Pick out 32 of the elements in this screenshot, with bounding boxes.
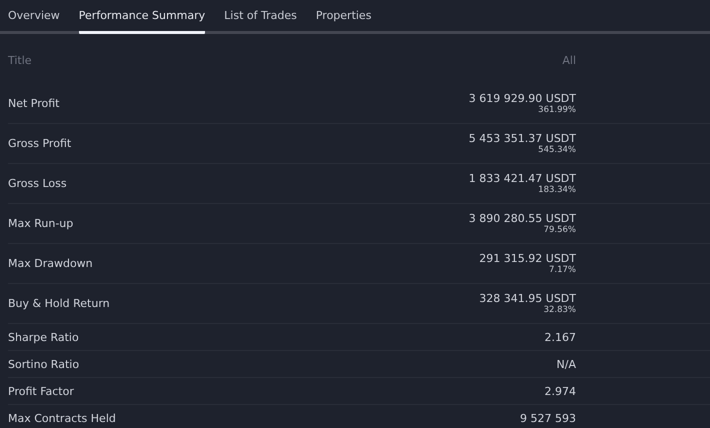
metric-percent: 183.34% xyxy=(538,185,576,195)
metric-name: Profit Factor xyxy=(8,384,74,398)
metric-value: 3 890 280.55 USDT xyxy=(468,212,576,225)
metric-percent: 361.99% xyxy=(538,105,576,115)
column-header: Title xyxy=(8,54,32,66)
tab[interactable]: Overview xyxy=(8,0,60,34)
metric-value: 2.974 xyxy=(544,384,576,398)
metric-value: N/A xyxy=(556,358,576,370)
metric-value: 328 341.95 USDT xyxy=(479,292,576,305)
tab[interactable]: Performance Summary xyxy=(78,0,206,34)
metric-name: Max Run-up xyxy=(8,217,74,230)
metric-name: Gross Loss xyxy=(8,177,67,190)
metric-name: Sharpe Ratio xyxy=(8,330,79,344)
metric-name: Max Drawdown xyxy=(8,257,93,270)
metric-name: Net Profit xyxy=(8,97,60,110)
metric-value: 291 315.92 USDT xyxy=(479,252,576,265)
metric-value: 9 527 593 xyxy=(520,412,576,424)
metric-value: 3 619 929.90 USDT xyxy=(468,92,576,105)
metric-value: 2.167 xyxy=(544,330,576,344)
metric-name: Gross Profit xyxy=(8,137,72,150)
metric-value: 5 453 351.37 USDT xyxy=(468,132,576,145)
tab[interactable]: Properties xyxy=(316,0,372,34)
tab[interactable]: List of Trades xyxy=(224,0,297,34)
metric-percent: 7.17% xyxy=(548,265,576,275)
metric-percent: 32.83% xyxy=(544,305,576,315)
metric-name: Buy & Hold Return xyxy=(8,297,110,310)
metric-percent: 79.56% xyxy=(544,225,576,235)
metric-name: Sortino Ratio xyxy=(8,358,80,370)
metric-value: 1 833 421.47 USDT xyxy=(468,172,576,185)
column-header: All xyxy=(562,54,576,66)
metric-name: Max Contracts Held xyxy=(8,412,116,424)
metric-percent: 545.34% xyxy=(538,145,576,155)
